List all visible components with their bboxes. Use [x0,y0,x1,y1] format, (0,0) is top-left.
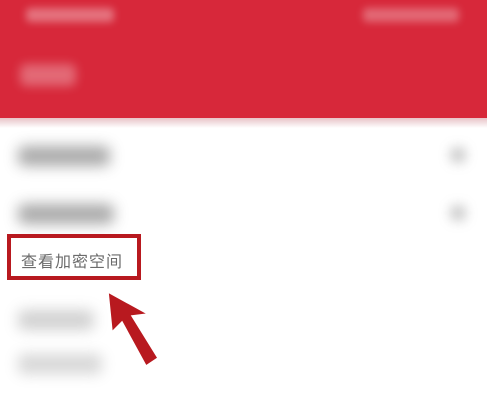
menu-item-4[interactable] [0,298,487,348]
header-divider [0,118,487,128]
chevron-down-icon [451,206,465,220]
page-title [20,64,76,86]
menu-item-5-label [18,354,102,374]
view-encrypted-space-label: 查看加密空间 [21,252,124,271]
app-header [0,0,487,122]
menu-item-2-label [18,204,114,224]
pointer-arrow-icon [107,292,160,366]
chevron-right-icon [451,148,465,162]
view-encrypted-space-item[interactable]: 查看加密空间 [7,234,141,280]
menu-item-2[interactable] [0,188,487,238]
status-bar-icons [363,8,459,22]
status-bar-time [26,8,114,22]
menu-item-5[interactable] [0,346,487,396]
menu-item-1-label [18,146,110,166]
menu-item-1[interactable] [0,128,487,178]
menu-item-4-label [18,310,94,330]
